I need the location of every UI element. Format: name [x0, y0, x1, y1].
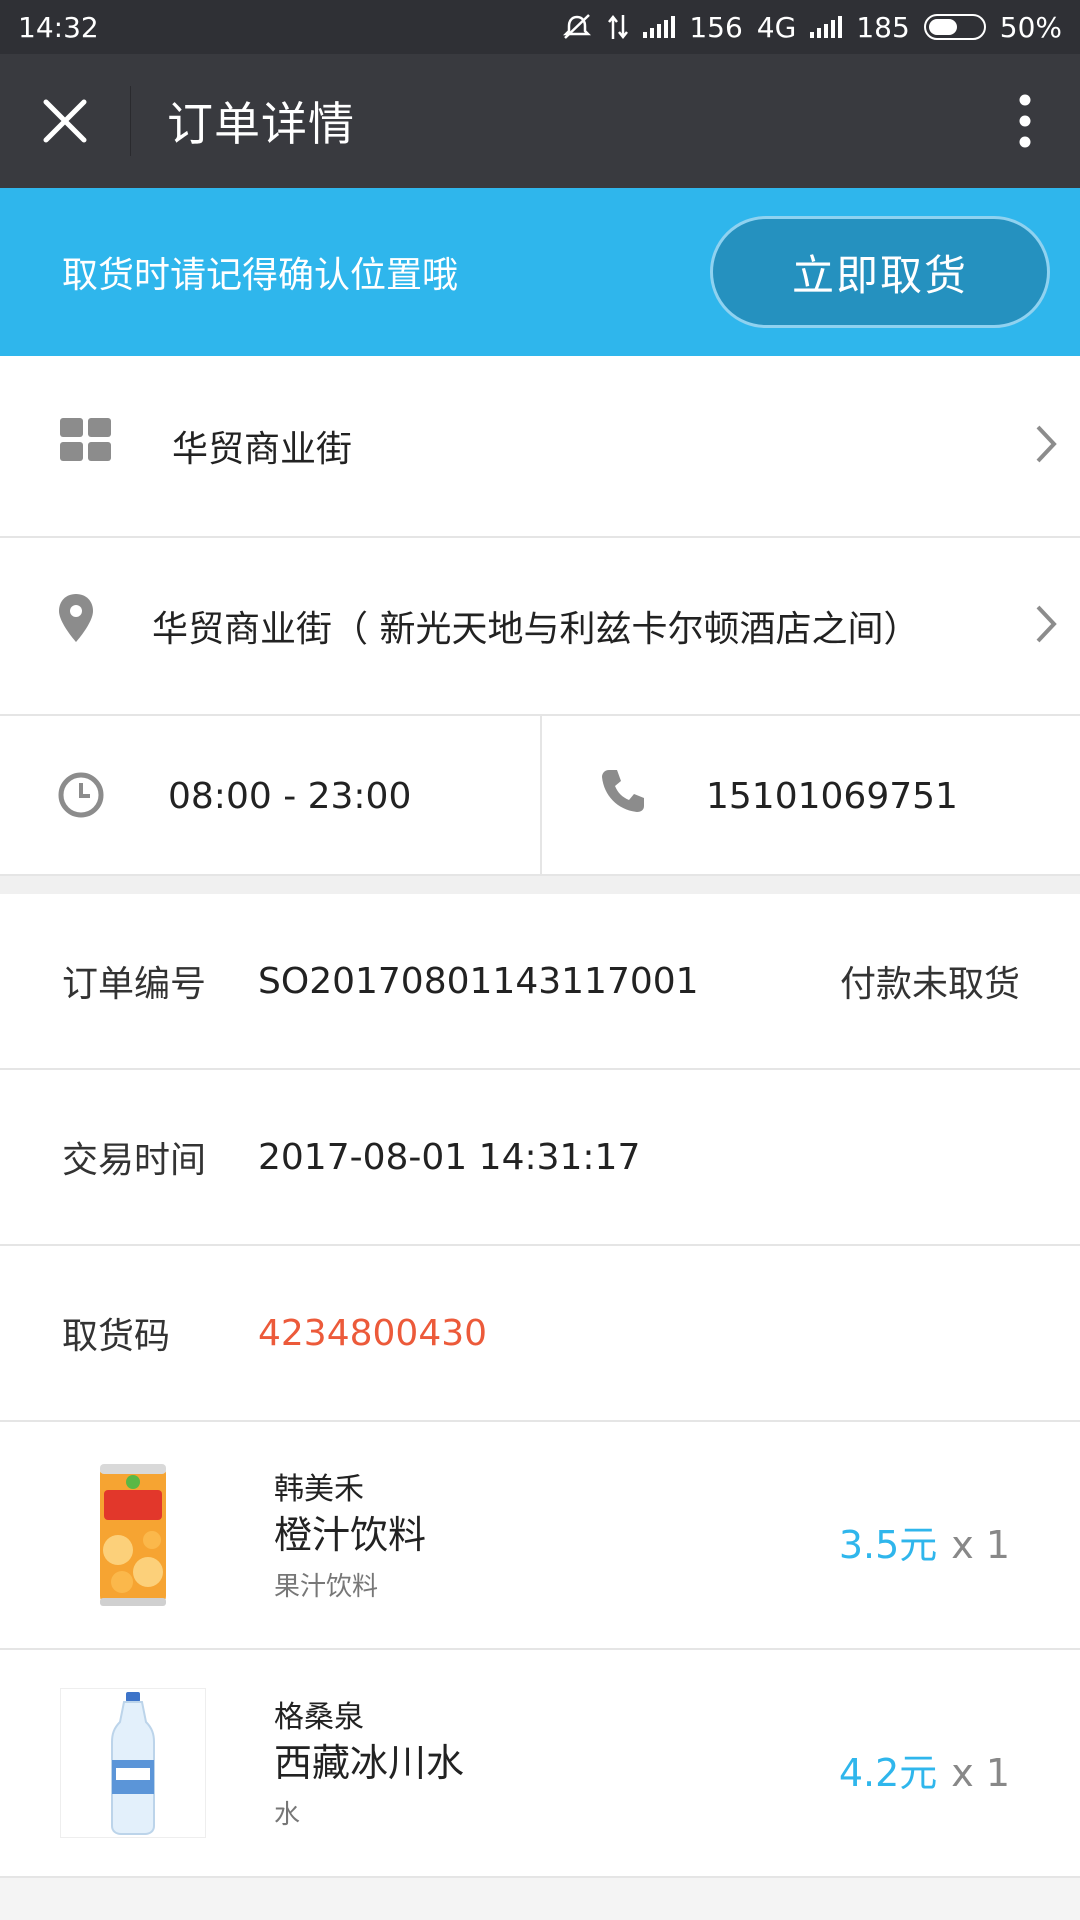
order-number-row: 订单编号 SO20170801143117001 付款未取货	[0, 894, 1080, 1070]
product-name: 西藏冰川水	[274, 1741, 465, 1785]
phone-number: 15101069751	[706, 775, 958, 817]
product-name: 橙汁饮料	[274, 1513, 427, 1557]
status-bar: 14:32 156 4G 185 50%	[0, 0, 1080, 54]
trade-time-label: 交易时间	[62, 1140, 207, 1181]
section-gap	[0, 876, 1080, 894]
order-number-value: SO20170801143117001	[258, 960, 699, 1002]
product-category: 果汁饮料	[274, 1572, 379, 1602]
clock-icon	[58, 772, 104, 822]
network-2-label: 185	[856, 10, 910, 44]
chevron-right-icon	[1034, 604, 1058, 648]
close-button[interactable]	[0, 54, 130, 188]
store-row[interactable]: 华贸商业街	[0, 356, 1080, 538]
hours-phone-row: 08:00 - 23:00 15101069751	[0, 716, 1080, 876]
page-title: 订单详情	[167, 97, 355, 151]
product-category: 水	[274, 1800, 301, 1830]
network-1-label: 156	[689, 10, 743, 44]
title-bar: 订单详情	[0, 54, 1080, 188]
battery-icon	[923, 14, 986, 40]
product-item[interactable]: 格桑泉 西藏冰川水 水 4.2元 x 1	[0, 1650, 1080, 1878]
phone-contact[interactable]: 15101069751	[544, 716, 1080, 876]
pickup-now-button[interactable]: 立即取货	[710, 216, 1050, 328]
pickup-code-row: 取货码 4234800430	[0, 1246, 1080, 1422]
signal-icon	[643, 16, 676, 38]
location-pin-icon	[58, 594, 94, 646]
phone-icon	[600, 768, 646, 818]
trade-time-value: 2017-08-01 14:31:17	[258, 1136, 641, 1178]
close-icon	[43, 99, 87, 143]
product-price: 3.5元 x 1	[839, 1514, 1010, 1569]
pickup-banner: 取货时请记得确认位置哦 立即取货	[0, 188, 1080, 356]
grid-icon	[60, 418, 112, 466]
order-number-label: 订单编号	[62, 964, 207, 1005]
network-type-label: 4G	[756, 10, 797, 44]
status-icons: 156 4G 185 50%	[561, 11, 1062, 44]
opening-hours: 08:00 - 23:00	[0, 716, 542, 876]
trade-time-row: 交易时间 2017-08-01 14:31:17	[0, 1070, 1080, 1246]
chevron-right-icon	[1034, 424, 1058, 468]
pickup-code-value: 4234800430	[258, 1312, 488, 1354]
data-transfer-icon	[607, 13, 629, 41]
opening-hours-text: 08:00 - 23:00	[168, 775, 412, 817]
address-row[interactable]: 华贸商业街（ 新光天地与利兹卡尔顿酒店之间）	[0, 538, 1080, 716]
price-value: 3.5元	[838, 1523, 938, 1567]
status-time: 14:32	[18, 10, 99, 44]
more-button[interactable]	[970, 54, 1080, 188]
product-brand: 韩美禾	[274, 1472, 364, 1507]
battery-percent: 50%	[999, 10, 1062, 44]
store-address: 华贸商业街（ 新光天地与利兹卡尔顿酒店之间）	[152, 609, 920, 650]
pickup-code-label: 取货码	[62, 1316, 171, 1357]
product-price: 4.2元 x 1	[839, 1742, 1010, 1797]
product-quantity: x 1	[951, 1751, 1010, 1795]
order-status: 付款未取货	[839, 964, 1020, 1005]
signal-icon	[810, 16, 843, 38]
product-item[interactable]: 韩美禾 橙汁饮料 果汁饮料 3.5元 x 1	[0, 1422, 1080, 1650]
store-name: 华贸商业街	[172, 429, 353, 470]
more-vertical-icon	[1019, 94, 1031, 148]
product-brand: 格桑泉	[274, 1700, 364, 1735]
pickup-reminder-text: 取货时请记得确认位置哦	[62, 255, 459, 296]
mute-vibrate-icon	[561, 13, 593, 41]
water-bottle-image	[59, 1687, 207, 1839]
price-value: 4.2元	[838, 1751, 938, 1795]
product-quantity: x 1	[951, 1523, 1010, 1567]
orange-juice-can-image	[60, 1460, 206, 1610]
